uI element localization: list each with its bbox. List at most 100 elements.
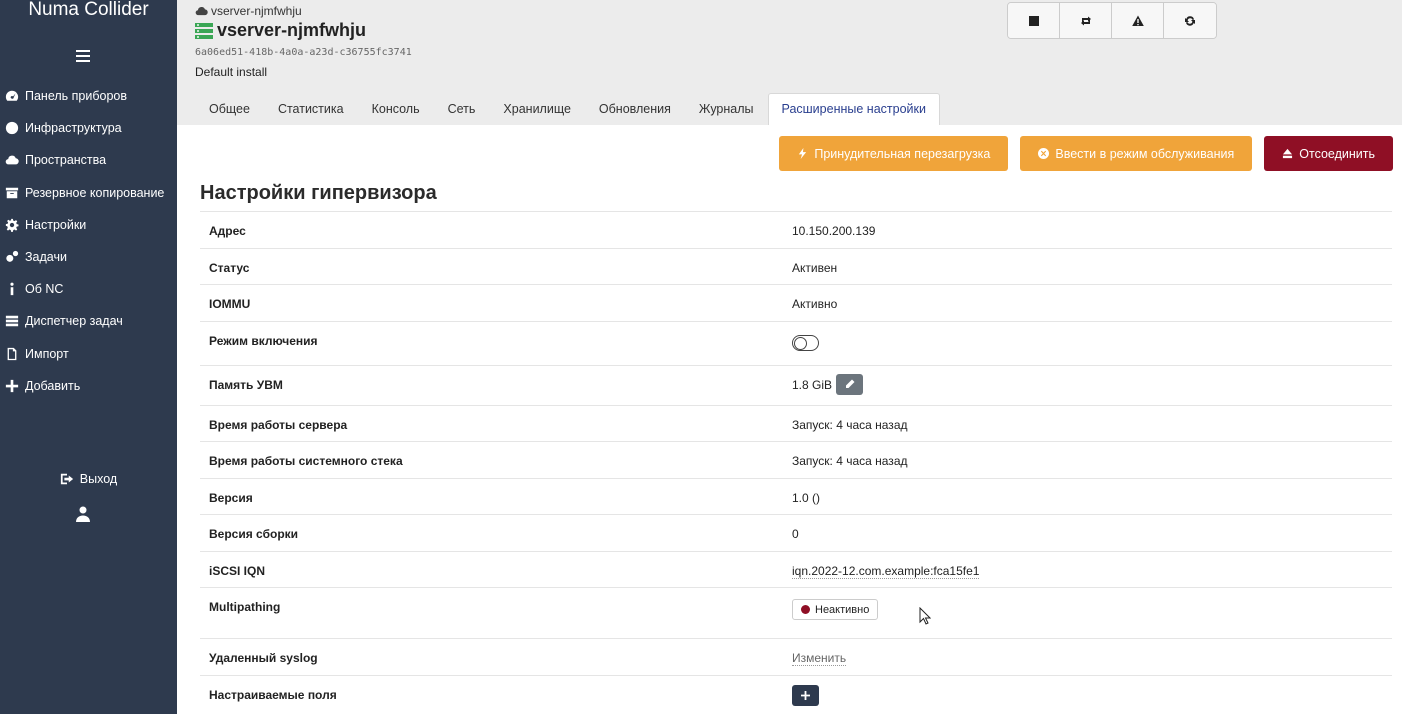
eject-icon	[1283, 148, 1293, 159]
sidebar-item-backup[interactable]: Резервное копирование	[0, 177, 177, 209]
action-buttons: Принудительная перезагрузка Ввести в реж…	[767, 136, 1393, 171]
add-custom-field-button[interactable]	[792, 684, 819, 706]
sidebar-item-about[interactable]: Об NC	[0, 273, 177, 305]
stack-uptime-value: Запуск: 4 часа назад	[792, 454, 908, 468]
globe-icon	[4, 120, 20, 136]
mouse-cursor-icon	[919, 607, 931, 625]
page-title: vserver-njmfwhju	[195, 20, 366, 41]
sidebar-item-add[interactable]: Добавить	[0, 370, 177, 402]
plus-icon	[4, 378, 20, 394]
logout-button[interactable]: Выход	[0, 472, 177, 486]
table-row: Multipathing Неактивно	[200, 587, 1392, 638]
row-key: Память УВМ	[209, 377, 283, 392]
vm-name[interactable]: vserver-njmfwhju	[217, 20, 366, 41]
sidebar-item-import[interactable]: Импорт	[0, 338, 177, 370]
sidebar-item-label: Пространства	[25, 153, 107, 168]
tab-network[interactable]: Сеть	[434, 93, 490, 125]
status-dot-icon	[801, 605, 810, 614]
cancel-circle-icon	[1038, 148, 1050, 159]
brand-logo[interactable]: Numa Collider	[0, 0, 177, 30]
table-row: Адрес 10.150.200.139	[200, 211, 1392, 248]
breadcrumb[interactable]: vserver-njmfwhju	[195, 4, 302, 18]
tab-stats[interactable]: Статистика	[264, 93, 358, 125]
row-key: Multipathing	[209, 600, 281, 614]
sidebar-item-infrastructure[interactable]: Инфраструктура	[0, 112, 177, 144]
force-button[interactable]	[1112, 3, 1164, 38]
sign-out-icon	[60, 473, 73, 485]
archive-icon	[4, 185, 20, 201]
sidebar-item-task-manager[interactable]: Диспетчер задач	[0, 305, 177, 337]
server-icon	[195, 22, 213, 39]
table-row: Время работы сервера Запуск: 4 часа наза…	[200, 404, 1392, 442]
dashboard-icon	[4, 88, 20, 104]
row-key: Время работы системного стека	[209, 454, 403, 468]
refresh-icon	[1185, 15, 1195, 26]
table-row: Память УВМ 1.8 GiB	[200, 364, 1392, 405]
row-key: Режим включения	[209, 333, 318, 348]
sidebar-item-label: Добавить	[25, 378, 81, 393]
table-row: Статус Активен	[200, 247, 1392, 285]
table-row: Время работы системного стека Запуск: 4 …	[200, 441, 1392, 478]
tab-updates[interactable]: Обновления	[585, 93, 685, 125]
row-key: IOMMU	[209, 297, 251, 311]
force-reboot-label: Принудительная перезагрузка	[814, 146, 991, 161]
sidebar-item-label: Резервное копирование	[25, 185, 165, 200]
row-key: Версия	[209, 490, 253, 505]
tab-bar: Общее Статистика Консоль Сеть Хранилище …	[195, 93, 940, 125]
hamburger-menu-icon[interactable]	[76, 50, 90, 64]
table-row: IOMMU Активно	[200, 284, 1392, 321]
table-row: Режим включения	[200, 320, 1392, 365]
vm-uuid: 6a06ed51-418b-4a0a-a23d-c36755fc3741	[195, 47, 412, 58]
row-key: Статус	[209, 260, 250, 275]
gear-icon	[4, 217, 20, 233]
row-key: Адрес	[209, 224, 246, 238]
power-controls	[1007, 2, 1217, 39]
status-value: Активен	[792, 260, 838, 275]
cloud-icon	[4, 152, 20, 168]
tab-storage[interactable]: Хранилище	[489, 93, 585, 125]
vm-header: vserver-njmfwhju vserver-njmfwhju 6a06ed…	[177, 0, 1402, 125]
iommu-value: Активно	[792, 297, 838, 311]
power-mode-toggle[interactable]	[792, 334, 819, 351]
sidebar-item-tasks[interactable]: Задачи	[0, 241, 177, 273]
info-icon	[4, 281, 20, 297]
maintenance-mode-button[interactable]: Ввести в режим обслуживания	[1020, 136, 1253, 171]
table-row: Версия сборки 0	[200, 514, 1392, 551]
plus-icon	[801, 690, 810, 700]
warning-icon	[1131, 15, 1144, 26]
table-row: Версия 1.0 ()	[200, 477, 1392, 515]
address-value: 10.150.200.139	[792, 224, 876, 238]
vm-description[interactable]: Default install	[195, 65, 267, 79]
build-value: 0	[792, 527, 799, 541]
sidebar-item-label: Задачи	[25, 250, 67, 265]
multipathing-value: Неактивно	[815, 603, 870, 616]
refresh-button[interactable]	[1164, 3, 1216, 38]
table-row: Удаленный syslog Изменить	[200, 638, 1392, 675]
edit-memory-button[interactable]	[836, 373, 864, 395]
restart-button[interactable]	[1060, 3, 1112, 38]
multipathing-status-badge[interactable]: Неактивно	[792, 599, 879, 620]
detach-label: Отсоединить	[1299, 146, 1375, 161]
sidebar-item-label: Импорт	[25, 346, 69, 361]
tab-advanced[interactable]: Расширенные настройки	[767, 93, 940, 125]
iscsi-iqn-value[interactable]: iqn.2022-12.com.example:fca15fe1	[792, 564, 980, 579]
stop-button[interactable]	[1008, 3, 1060, 38]
sidebar-item-settings[interactable]: Настройки	[0, 209, 177, 241]
row-key: Версия сборки	[209, 527, 299, 541]
restart-icon	[1080, 16, 1091, 25]
tab-console[interactable]: Консоль	[358, 93, 434, 125]
sidebar-item-spaces[interactable]: Пространства	[0, 144, 177, 176]
detach-button[interactable]: Отсоединить	[1264, 136, 1393, 171]
sidebar-item-label: Об NC	[25, 282, 64, 297]
user-icon[interactable]	[76, 506, 90, 522]
sidebar-item-label: Панель приборов	[25, 89, 128, 104]
tab-general[interactable]: Общее	[195, 93, 264, 125]
syslog-edit-link[interactable]: Изменить	[792, 651, 847, 666]
force-reboot-button[interactable]: Принудительная перезагрузка	[779, 136, 1009, 171]
tasks-icon	[4, 313, 20, 329]
hypervisor-settings-table: Адрес 10.150.200.139 Статус Активен IOMM…	[200, 211, 1392, 711]
import-icon	[4, 346, 20, 362]
sidebar-item-dashboard[interactable]: Панель приборов	[0, 80, 177, 112]
tab-logs[interactable]: Журналы	[685, 93, 768, 125]
memory-value: 1.8 GiB	[792, 377, 833, 392]
